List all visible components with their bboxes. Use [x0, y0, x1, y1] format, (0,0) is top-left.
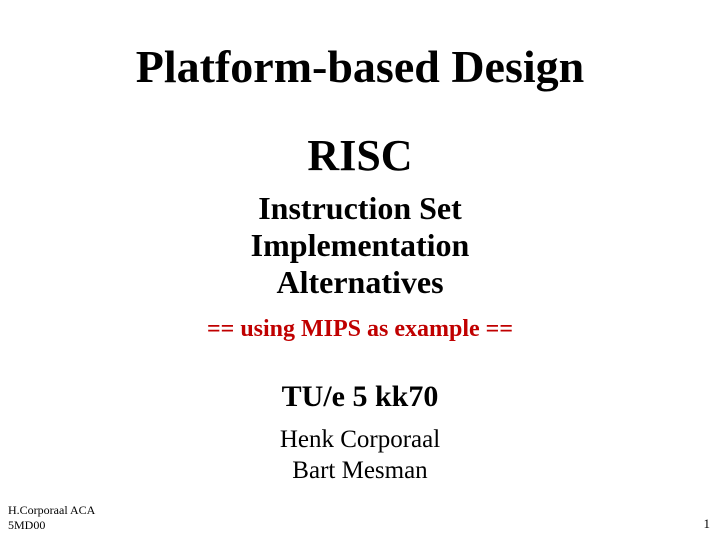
subtitle-line-1: Instruction Set — [0, 190, 720, 227]
subtitle-line-2: Implementation — [0, 227, 720, 264]
authors: Henk Corporaal Bart Mesman — [0, 424, 720, 487]
author-1: Henk Corporaal — [0, 424, 720, 455]
footer-left: H.Corporaal ACA 5MD00 — [8, 503, 95, 532]
subtitle: Instruction Set Implementation Alternati… — [0, 190, 720, 300]
subtitle-line-3: Alternatives — [0, 264, 720, 301]
footer-course: 5MD00 — [8, 518, 95, 532]
slide: Platform-based Design RISC Instruction S… — [0, 0, 720, 540]
author-2: Bart Mesman — [0, 455, 720, 486]
page-number: 1 — [704, 516, 711, 532]
risc-heading: RISC — [0, 130, 720, 181]
slide-title: Platform-based Design — [0, 40, 720, 93]
footer-author: H.Corporaal ACA — [8, 503, 95, 517]
course-code: TU/e 5 kk70 — [0, 380, 720, 414]
example-note: == using MIPS as example == — [0, 316, 720, 343]
